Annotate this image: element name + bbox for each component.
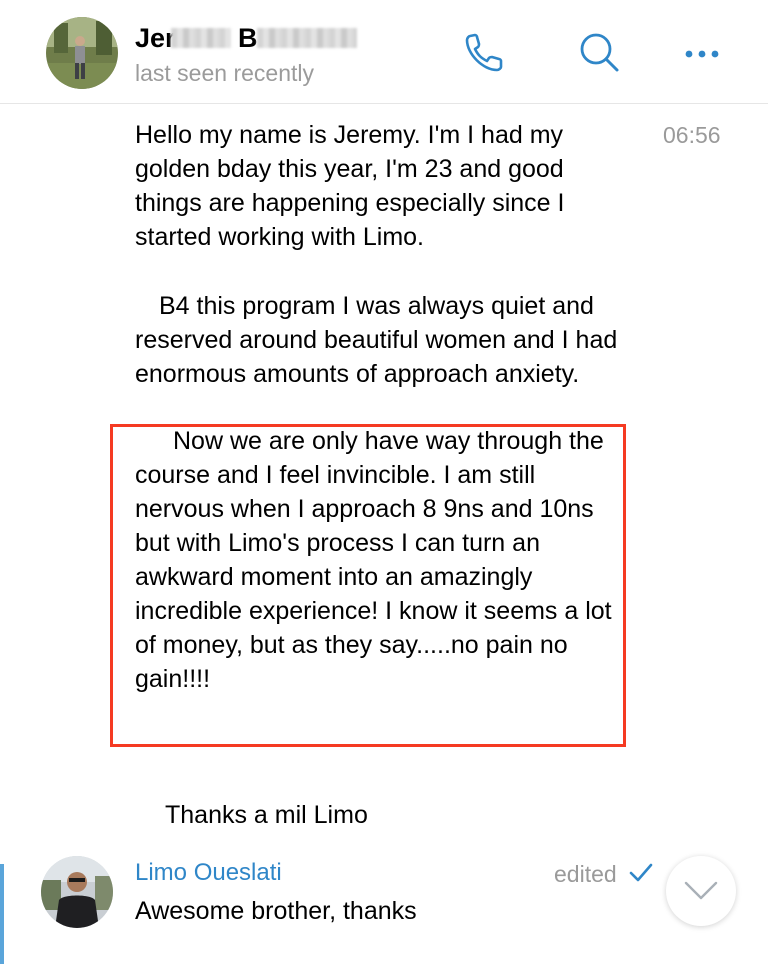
edited-label: edited <box>554 861 617 887</box>
surname-initial-text: B <box>238 23 258 53</box>
message-time: 06:56 <box>663 122 721 148</box>
contact-surname-initial: B <box>238 22 258 54</box>
surname-redaction-blur <box>257 28 357 48</box>
last-seen-status: last seen recently <box>135 60 314 86</box>
contact-name-visible: Jer <box>135 23 176 53</box>
phone-icon[interactable] <box>461 28 509 76</box>
name-redaction-blur <box>171 28 231 48</box>
reply-message-text: Awesome brother, thanks <box>135 897 417 925</box>
message-paragraph-3: Now we are only have way through the cou… <box>135 427 612 693</box>
scroll-down-button[interactable] <box>666 856 736 926</box>
chevron-down-icon <box>684 881 718 900</box>
contact-avatar[interactable] <box>46 17 118 89</box>
contact-name[interactable]: Jer <box>135 22 176 54</box>
chat-header: Jer B last seen recently <box>0 0 768 104</box>
search-icon[interactable] <box>575 28 623 76</box>
reply-author-avatar[interactable] <box>41 856 113 928</box>
message-paragraph-1: Hello my name is Jeremy. I'm I had my go… <box>135 121 565 251</box>
more-icon[interactable] <box>680 28 728 76</box>
message-paragraph-4: Thanks a mil Limo <box>165 801 368 829</box>
selected-message-indicator <box>0 864 4 964</box>
reply-author-name[interactable]: Limo Oueslati <box>135 858 282 888</box>
message-paragraph-2: B4 this program I was always quiet and r… <box>135 292 618 388</box>
read-check-icon <box>628 862 654 884</box>
